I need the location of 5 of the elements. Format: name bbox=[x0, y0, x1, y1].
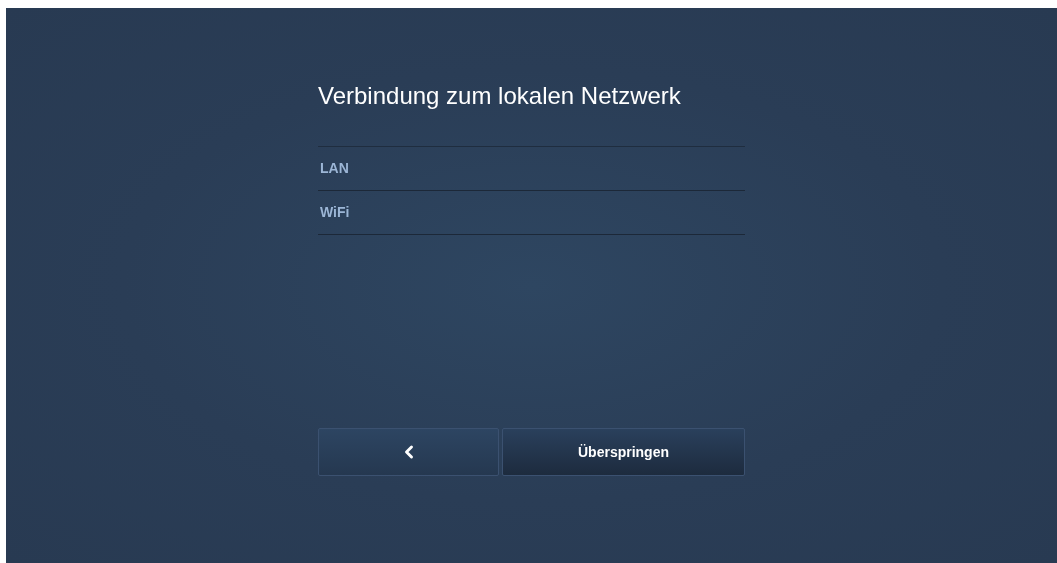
network-option[interactable]: WiFi bbox=[318, 191, 745, 235]
back-button[interactable] bbox=[318, 428, 499, 476]
network-option[interactable]: LAN bbox=[318, 147, 745, 191]
page-title: Verbindung zum lokalen Netzwerk bbox=[318, 81, 682, 111]
skip-button[interactable]: Überspringen bbox=[502, 428, 745, 476]
